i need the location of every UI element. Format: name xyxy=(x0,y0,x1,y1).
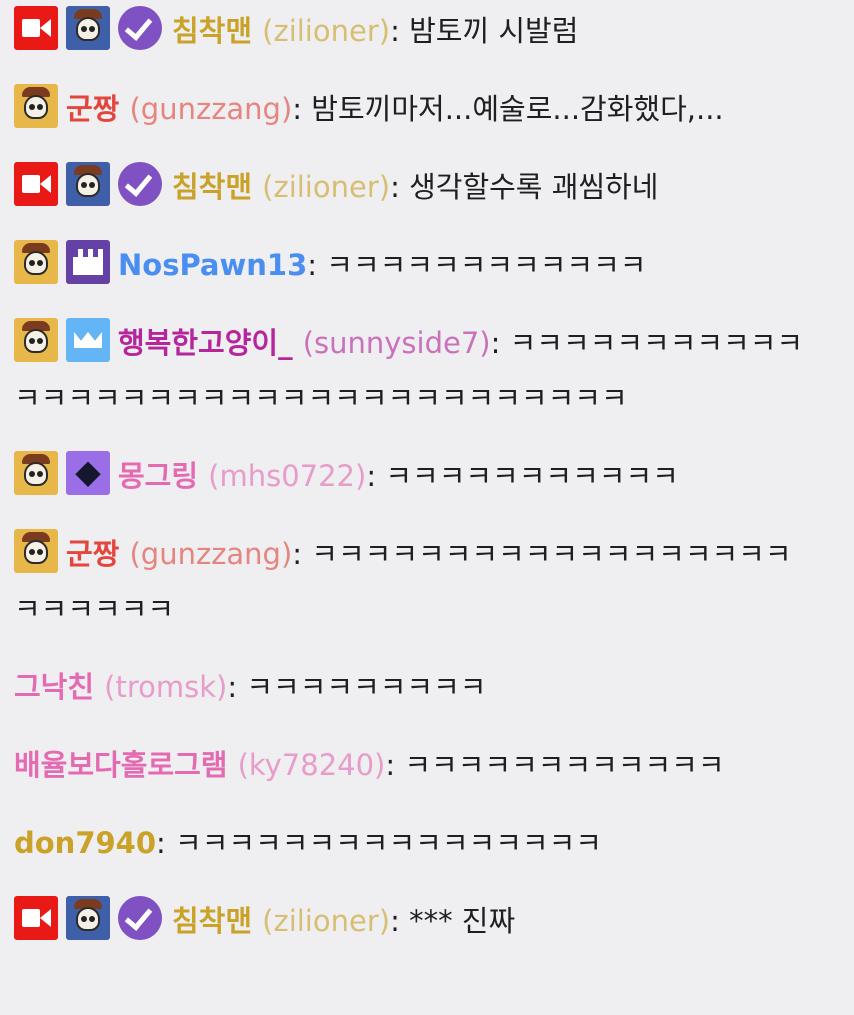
colon: : xyxy=(292,92,303,126)
chat-username[interactable]: 침착맨 (zilioner) xyxy=(172,904,390,938)
display-name[interactable]: 군짱 xyxy=(66,537,119,571)
gem-icon[interactable] xyxy=(66,451,110,495)
display-name[interactable]: 행복한고양이_ xyxy=(118,326,293,360)
chat-username[interactable]: 몽그링 (mhs0722) xyxy=(118,459,366,493)
chat-message: 배율보다홀로그램 (ky78240): ㅋㅋㅋㅋㅋㅋㅋㅋㅋㅋㅋㅋ xyxy=(14,738,814,816)
colon: : xyxy=(156,826,166,860)
chat-username[interactable]: 행복한고양이_ (sunnyside7) xyxy=(118,326,491,360)
login-name[interactable]: (gunzzang) xyxy=(129,92,292,126)
chat-message: 그낙친 (tromsk): ㅋㅋㅋㅋㅋㅋㅋㅋㅋ xyxy=(14,660,814,738)
colon: : xyxy=(307,248,318,282)
skull-icon[interactable] xyxy=(66,162,110,206)
video-icon[interactable] xyxy=(14,6,58,50)
colon: : xyxy=(227,670,238,704)
message-text: 생각할수록 괘씸하네 xyxy=(409,170,659,204)
skull-icon[interactable] xyxy=(14,84,58,128)
message-text: ㅋㅋㅋㅋㅋㅋㅋㅋㅋㅋㅋㅋㅋㅋㅋㅋ xyxy=(175,826,602,860)
display-name[interactable]: 배율보다홀로그램 xyxy=(14,748,227,782)
skull-icon[interactable] xyxy=(14,240,58,284)
message-text: ㅋㅋㅋㅋㅋㅋㅋㅋㅋㅋㅋㅋ xyxy=(404,748,725,782)
colon: : xyxy=(385,748,396,782)
login-name[interactable]: (tromsk) xyxy=(104,670,227,704)
chat-message: 군짱 (gunzzang): ㅋㅋㅋㅋㅋㅋㅋㅋㅋㅋㅋㅋㅋㅋㅋㅋㅋㅋㅋㅋㅋㅋㅋㅋ xyxy=(14,527,814,660)
login-name[interactable]: (ky78240) xyxy=(238,748,386,782)
verified-icon[interactable] xyxy=(118,6,162,50)
chat-username[interactable]: 배율보다홀로그램 (ky78240) xyxy=(14,748,385,782)
message-text: *** 진짜 xyxy=(409,904,516,938)
message-text: ㅋㅋㅋㅋㅋㅋㅋㅋㅋ xyxy=(246,670,487,704)
skull-icon[interactable] xyxy=(14,318,58,362)
skull-icon[interactable] xyxy=(14,529,58,573)
colon: : xyxy=(490,326,501,360)
verified-icon[interactable] xyxy=(118,896,162,940)
chat-username[interactable]: 군짱 (gunzzang) xyxy=(66,537,292,571)
display-name[interactable]: 침착맨 xyxy=(172,170,252,204)
chat-username[interactable]: 침착맨 (zilioner) xyxy=(172,170,390,204)
colon: : xyxy=(390,904,400,938)
chat-username[interactable]: 군짱 (gunzzang) xyxy=(66,92,292,126)
colon: : xyxy=(390,170,400,204)
chat-message: 행복한고양이_ (sunnyside7): ㅋㅋㅋㅋㅋㅋㅋㅋㅋㅋㅋㅋㅋㅋㅋㅋㅋㅋ… xyxy=(14,316,814,449)
display-name[interactable]: don7940 xyxy=(14,826,156,860)
crown-icon[interactable] xyxy=(66,318,110,362)
display-name[interactable]: 침착맨 xyxy=(172,904,252,938)
chat-message: don7940: ㅋㅋㅋㅋㅋㅋㅋㅋㅋㅋㅋㅋㅋㅋㅋㅋ xyxy=(14,816,814,894)
chat-username[interactable]: 그낙친 (tromsk) xyxy=(14,670,227,704)
chat-message: 침착맨 (zilioner): 생각할수록 괘씸하네 xyxy=(14,160,814,238)
chat-message: 몽그링 (mhs0722): ㅋㅋㅋㅋㅋㅋㅋㅋㅋㅋㅋ xyxy=(14,449,814,527)
message-text: ㅋㅋㅋㅋㅋㅋㅋㅋㅋㅋㅋㅋ xyxy=(326,248,647,282)
colon: : xyxy=(292,537,303,571)
login-name[interactable]: (gunzzang) xyxy=(129,537,292,571)
login-name[interactable]: (sunnyside7) xyxy=(303,326,491,360)
display-name[interactable]: 그낙친 xyxy=(14,670,94,704)
chat-username[interactable]: NosPawn13 xyxy=(118,248,307,282)
chat-message: NosPawn13: ㅋㅋㅋㅋㅋㅋㅋㅋㅋㅋㅋㅋ xyxy=(14,238,814,316)
message-text: 밤토끼마저...예술로...감화했다,... xyxy=(311,92,724,126)
login-name[interactable]: (zilioner) xyxy=(262,14,390,48)
video-icon[interactable] xyxy=(14,162,58,206)
login-name[interactable]: (zilioner) xyxy=(262,904,390,938)
display-name[interactable]: 침착맨 xyxy=(172,14,252,48)
colon: : xyxy=(390,14,400,48)
display-name[interactable]: 군짱 xyxy=(66,92,119,126)
colon: : xyxy=(366,459,377,493)
chat-message: 침착맨 (zilioner): 밤토끼 시발럼 xyxy=(14,0,814,82)
chat-message: 군짱 (gunzzang): 밤토끼마저...예술로...감화했다,... xyxy=(14,82,814,160)
verified-icon[interactable] xyxy=(118,162,162,206)
display-name[interactable]: NosPawn13 xyxy=(118,248,307,282)
skull-icon[interactable] xyxy=(66,6,110,50)
chat-message: 침착맨 (zilioner): *** 진짜 xyxy=(14,894,814,972)
chat-message-list: 침착맨 (zilioner): 밤토끼 시발럼 군짱 (gunzzang): 밤… xyxy=(0,0,854,972)
display-name[interactable]: 몽그링 xyxy=(118,459,198,493)
video-icon[interactable] xyxy=(14,896,58,940)
skull-icon[interactable] xyxy=(14,451,58,495)
chat-username[interactable]: 침착맨 (zilioner) xyxy=(172,14,390,48)
message-text: ㅋㅋㅋㅋㅋㅋㅋㅋㅋㅋㅋ xyxy=(385,459,679,493)
login-name[interactable]: (zilioner) xyxy=(262,170,390,204)
clapper-icon[interactable] xyxy=(66,240,110,284)
chat-username[interactable]: don7940 xyxy=(14,826,156,860)
skull-icon[interactable] xyxy=(66,896,110,940)
login-name[interactable]: (mhs0722) xyxy=(208,459,366,493)
message-text: 밤토끼 시발럼 xyxy=(409,14,579,48)
